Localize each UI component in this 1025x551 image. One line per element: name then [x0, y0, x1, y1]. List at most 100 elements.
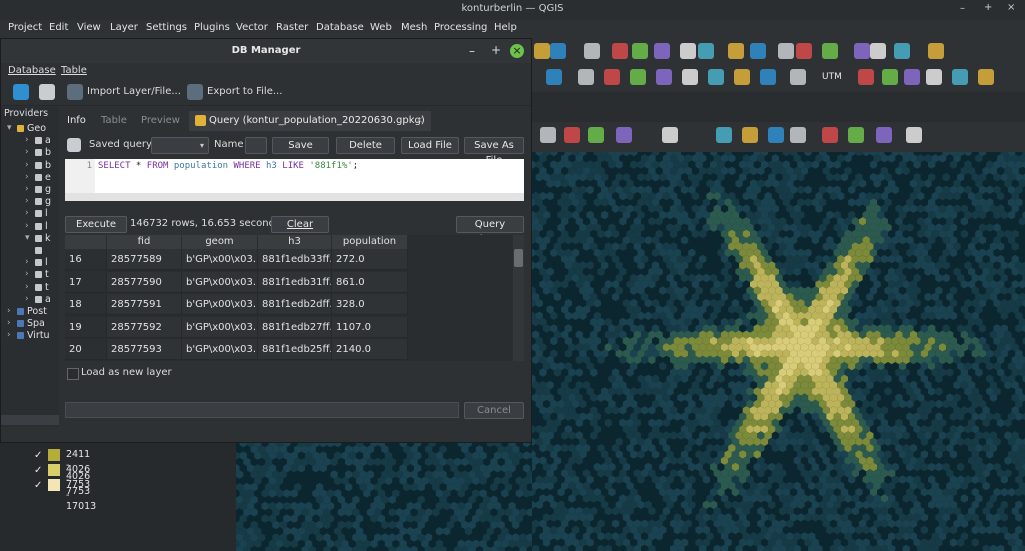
delete-query-button[interactable]: Delete — [336, 137, 395, 154]
menu-view[interactable]: View — [77, 22, 101, 33]
toolbar-tool-icon[interactable] — [534, 43, 550, 59]
column-header-fid[interactable]: fid — [107, 235, 182, 249]
map-canvas-lower[interactable] — [236, 443, 532, 551]
saved-query-select[interactable]: ▾ — [151, 137, 209, 154]
execute-button[interactable]: Execute — [65, 216, 127, 233]
toolbar-tool-icon[interactable] — [632, 43, 648, 59]
toolbar-tool-icon[interactable] — [750, 43, 766, 59]
toolbar-tool-icon[interactable] — [760, 69, 776, 85]
toolbar-tool-icon[interactable] — [682, 69, 698, 85]
toolbar-tool-icon[interactable] — [540, 127, 556, 143]
results-table[interactable]: fid geom h3 population 16 28577589 b'GP\x0… — [65, 235, 524, 361]
load-file-button[interactable]: Load File — [401, 137, 459, 154]
toolbar-tool-icon[interactable] — [778, 43, 794, 59]
column-header-geom[interactable]: geom — [182, 235, 258, 249]
menu-help[interactable]: Help — [494, 22, 517, 33]
toolbar-tool-icon[interactable] — [616, 127, 632, 143]
utm-label[interactable]: UTM — [822, 72, 842, 82]
maximize-icon[interactable]: + — [491, 43, 501, 57]
minimize-icon[interactable]: – — [469, 44, 475, 58]
toolbar-tool-icon[interactable] — [876, 127, 892, 143]
tree-expander-icon[interactable]: › — [7, 318, 11, 328]
toolbar-tool-icon[interactable] — [654, 43, 670, 59]
query-history-button[interactable]: Query History — [456, 216, 524, 245]
tree-expander-icon[interactable]: › — [7, 330, 11, 340]
menu-processing[interactable]: Processing — [434, 22, 487, 33]
minimize-icon[interactable]: – — [960, 3, 965, 14]
tree-expander-icon[interactable]: › — [25, 135, 29, 145]
vertical-scrollbar[interactable] — [513, 235, 524, 361]
maximize-icon[interactable]: + — [984, 2, 992, 13]
tree-expander-icon[interactable]: › — [25, 196, 29, 206]
toolbar-tool-icon[interactable] — [796, 43, 812, 59]
toolbar-tool-icon[interactable] — [790, 69, 806, 85]
tree-expander-icon[interactable]: › — [25, 160, 29, 170]
sql-window-icon[interactable] — [39, 84, 55, 100]
toolbar-tool-icon[interactable] — [612, 43, 628, 59]
horizontal-scrollbar[interactable] — [65, 193, 524, 201]
toolbar-tool-icon[interactable] — [680, 43, 696, 59]
tree-expander-icon[interactable]: › — [25, 294, 29, 304]
menu-database[interactable]: Database — [316, 22, 364, 33]
toolbar-tool-icon[interactable] — [854, 43, 870, 59]
tree-expander-icon[interactable]: › — [25, 257, 29, 267]
providers-tree[interactable]: Providers ▾ Geo › a › b › b › e › g › g › l › l ▾ k › l › t › t › a… — [1, 107, 59, 427]
tree-expander-icon[interactable]: › — [25, 147, 29, 157]
tree-expander-icon[interactable]: › — [25, 282, 29, 292]
tree-expander-icon[interactable]: ▾ — [25, 233, 30, 243]
toolbar-tool-icon[interactable] — [870, 43, 886, 59]
column-header-h3[interactable]: h3 — [258, 235, 332, 249]
tree-expander-icon[interactable]: › — [25, 172, 29, 182]
tab-preview[interactable]: Preview — [135, 111, 186, 131]
toolbar-tool-icon[interactable] — [550, 43, 566, 59]
clear-button[interactable]: Clear — [271, 216, 329, 233]
toolbar-tool-icon[interactable] — [698, 43, 714, 59]
toolbar-tool-icon[interactable] — [822, 43, 838, 59]
table-row[interactable]: 19 28577592 b'GP\x00\x03... 881f1edb27ff...… — [65, 316, 409, 339]
toolbar-tool-icon[interactable] — [662, 127, 678, 143]
export-file-icon[interactable] — [187, 84, 203, 100]
toolbar-tool-icon[interactable] — [768, 127, 784, 143]
toolbar-tool-icon[interactable] — [952, 69, 968, 85]
toolbar-tool-icon[interactable] — [882, 69, 898, 85]
scrollbar-thumb[interactable] — [514, 249, 523, 267]
toolbar-tool-icon[interactable] — [906, 127, 922, 143]
column-header-population[interactable]: population — [332, 235, 408, 249]
checkbox-checked-icon[interactable]: ✓ — [34, 480, 44, 491]
menu-edit[interactable]: Edit — [49, 22, 68, 33]
toolbar-tool-icon[interactable] — [728, 43, 744, 59]
sql-editor[interactable]: 1 SELECT * FROM population WHERE h3 LIKE… — [65, 159, 524, 201]
toolbar-tool-icon[interactable] — [564, 127, 580, 143]
tab-query[interactable]: Query (kontur_population_20220630.gpkg) … — [189, 111, 431, 131]
tree-expander-icon[interactable]: › — [25, 221, 29, 231]
toolbar-tool-icon[interactable] — [928, 43, 944, 59]
toolbar-tool-icon[interactable] — [656, 69, 672, 85]
query-name-input[interactable] — [245, 137, 267, 154]
toolbar-tool-icon[interactable] — [978, 69, 994, 85]
menu-database[interactable]: Database — [8, 65, 56, 76]
toolbar-tool-icon[interactable] — [790, 127, 806, 143]
checkbox-checked-icon[interactable]: ✓ — [34, 450, 44, 461]
cancel-button[interactable]: Cancel — [464, 402, 524, 419]
tree-expander-icon[interactable]: › — [25, 184, 29, 194]
menu-table[interactable]: Table — [61, 65, 87, 76]
tree-expander-icon[interactable]: › — [25, 269, 29, 279]
close-icon[interactable]: × — [510, 44, 524, 58]
refresh-icon[interactable] — [13, 84, 29, 100]
tab-table[interactable]: Table — [95, 111, 133, 131]
toolbar-tool-icon[interactable] — [708, 69, 724, 85]
import-layer-icon[interactable] — [67, 84, 83, 100]
load-as-layer-checkbox[interactable] — [67, 368, 79, 380]
menu-settings[interactable]: Settings — [146, 22, 187, 33]
menu-mesh[interactable]: Mesh — [401, 22, 427, 33]
tree-expander-icon[interactable]: › — [7, 306, 11, 316]
toolbar-tool-icon[interactable] — [858, 69, 874, 85]
table-row[interactable]: 20 28577593 b'GP\x00\x03... 881f1edb25ff...… — [65, 339, 409, 361]
export-file-button[interactable]: Export to File... — [207, 86, 282, 97]
map-canvas[interactable] — [532, 152, 1025, 551]
menu-vector[interactable]: Vector — [236, 22, 268, 33]
toolbar-tool-icon[interactable] — [742, 127, 758, 143]
table-row[interactable]: 17 28577590 b'GP\x00\x03... 881f1edb31ff...… — [65, 271, 409, 294]
menu-plugins[interactable]: Plugins — [194, 22, 230, 33]
toolbar-tool-icon[interactable] — [904, 69, 920, 85]
